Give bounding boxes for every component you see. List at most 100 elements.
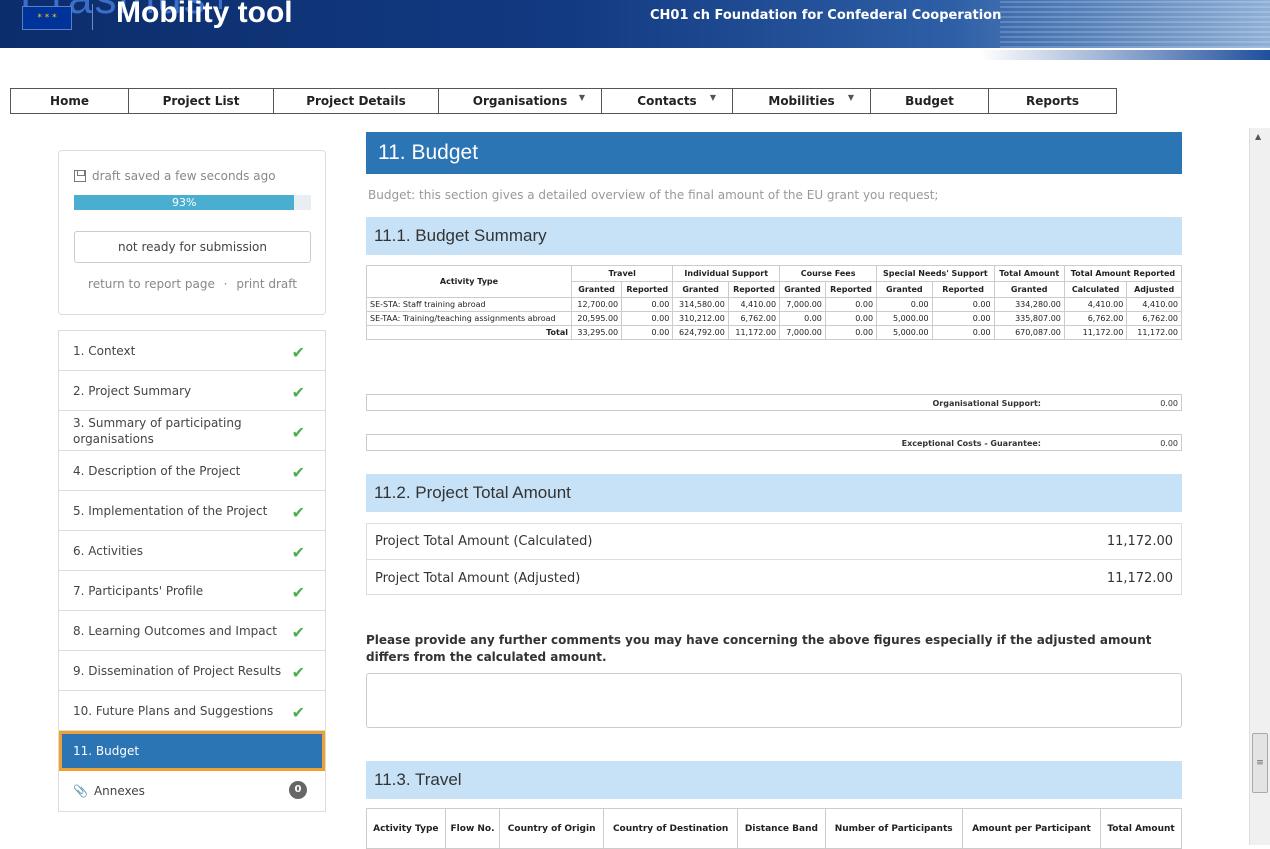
banner-divider (92, 4, 93, 30)
section-item-dissemination[interactable]: 9. Dissemination of Project Results ✔ (59, 651, 325, 691)
chevron-down-icon: ▼ (709, 93, 716, 102)
nav-contacts[interactable]: Contacts ▼ (602, 89, 733, 113)
print-draft-link[interactable]: print draft (236, 277, 297, 291)
table-cell: 11,172.00 (727, 325, 781, 340)
row-label: SE-TAA: Training/teaching assignments ab… (366, 311, 572, 326)
table-cell: 7,000.00 (779, 325, 826, 340)
floppy-disk-icon (74, 170, 86, 182)
section-label: 1. Context (73, 343, 136, 358)
total-calculated-value: 11,172.00 (1106, 534, 1173, 549)
section-item-participants-profile[interactable]: 7. Participants' Profile ✔ (59, 571, 325, 611)
completion-progress-bar: 93% (74, 195, 311, 210)
table-cell: 4,410.00 (727, 297, 781, 312)
section-navigation: 1. Context ✔ 2. Project Summary ✔ 3. Summa… (58, 330, 326, 812)
section-label: 2. Project Summary (73, 383, 192, 398)
annex-count-badge: 0 (289, 781, 307, 799)
table-row: SE-TAA: Training/teaching assignments ab… (366, 311, 1182, 326)
exceptional-costs-label: Exceptional Costs - Guarantee: (901, 439, 1041, 448)
total-adjusted-value: 11,172.00 (1106, 570, 1173, 586)
scrollbar-thumb[interactable]: ≡ (1252, 733, 1268, 793)
checkmark-icon: ✔ (291, 583, 305, 602)
nav-mobilities[interactable]: Mobilities ▼ (733, 89, 871, 113)
nav-reports-label: Reports (1025, 94, 1079, 108)
section-intro-text: Budget: this section gives a detailed ov… (368, 188, 939, 202)
exceptional-costs-row: Exceptional Costs - Guarantee: 0.00 (366, 434, 1182, 451)
table-cell: 0.00 (824, 311, 878, 326)
draft-saved-status: draft saved a few seconds ago (74, 169, 276, 183)
row-label: SE-STA: Staff training abroad (366, 297, 572, 312)
comments-textarea[interactable] (366, 673, 1182, 728)
section-item-annexes[interactable]: 📎 Annexes 0 (59, 771, 325, 811)
table-row: Total 33,295.00 0.00 624,792.00 11,172.00 7,0… (366, 325, 1182, 340)
paperclip-icon: 📎 (73, 784, 88, 798)
table-cell: 0.00 (621, 325, 674, 340)
nav-project-list[interactable]: Project List (129, 89, 274, 113)
section-item-learning-outcomes[interactable]: 8. Learning Outcomes and Impact ✔ (59, 611, 325, 651)
table-cell: 20,595.00 (570, 311, 623, 326)
scroll-up-arrow-icon[interactable]: ▲ (1255, 132, 1261, 141)
nav-budget[interactable]: Budget (871, 89, 989, 113)
table-cell: 0.00 (824, 325, 878, 340)
section-label: 5. Implementation of the Project (73, 503, 268, 518)
section-item-context[interactable]: 1. Context ✔ (59, 331, 325, 371)
table-header: Country of Origin (499, 808, 604, 849)
nav-home[interactable]: Home (11, 89, 129, 113)
checkmark-icon: ✔ (291, 423, 305, 442)
section-item-future-plans[interactable]: 10. Future Plans and Suggestions ✔ (59, 691, 325, 731)
section-item-budget[interactable]: 11. Budget (59, 731, 325, 771)
table-header: Reported (621, 281, 674, 298)
return-to-report-link[interactable]: return to report page (88, 277, 215, 291)
section-item-activities[interactable]: 6. Activities ✔ (59, 531, 325, 571)
table-cell: 4,410.00 (1126, 297, 1182, 312)
submission-status-button[interactable]: not ready for submission (74, 231, 311, 263)
row-label: Total (366, 325, 572, 340)
table-header: Activity Type (366, 808, 446, 849)
table-cell: 0.00 (931, 325, 995, 340)
nav-project-details-label: Project Details (306, 94, 406, 108)
total-calculated-label: Project Total Amount (Calculated) (375, 534, 593, 549)
draft-saved-text: draft saved a few seconds ago (92, 169, 276, 183)
table-header: Flow No. (444, 808, 501, 849)
table-header: Country of Destination (602, 808, 739, 849)
nav-reports[interactable]: Reports (989, 89, 1116, 113)
table-header: Adjusted (1126, 281, 1182, 298)
page-scrollbar[interactable]: ▲ ≡ (1249, 128, 1270, 845)
section-label: 4. Description of the Project (73, 463, 241, 478)
section-item-implementation[interactable]: 5. Implementation of the Project ✔ (59, 491, 325, 531)
table-header: Individual Support (672, 265, 781, 282)
table-header: Granted (779, 281, 826, 298)
checkmark-icon: ✔ (291, 383, 305, 402)
app-name: Mobility tool (116, 0, 293, 29)
nav-project-details[interactable]: Project Details (274, 89, 439, 113)
table-row: SE-STA: Staff training abroad 12,700.00 0.… (366, 297, 1182, 312)
main-content: 11. Budget Budget: this section gives a … (348, 128, 1195, 849)
table-cell: 11,172.00 (1126, 325, 1182, 340)
total-adjusted-label: Project Total Amount (Adjusted) (375, 570, 581, 586)
nav-contacts-label: Contacts (637, 94, 697, 108)
total-calculated-row: Project Total Amount (Calculated) 11,172… (367, 524, 1181, 560)
section-label: 11. Budget (73, 743, 140, 758)
travel-table: Activity Type Flow No. Country of Origin Co… (366, 808, 1182, 849)
table-header: Amount per Participant (961, 808, 1102, 849)
table-cell: 12,700.00 (570, 297, 623, 312)
total-adjusted-row: Project Total Amount (Adjusted) 11,172.0… (367, 560, 1181, 596)
nav-organisations[interactable]: Organisations ▼ (439, 89, 602, 113)
section-item-participating-organisations[interactable]: 3. Summary of participating organisation… (59, 411, 325, 451)
travel-table-header-row: Activity Type Flow No. Country of Origin Co… (366, 808, 1182, 849)
nav-home-label: Home (50, 94, 89, 108)
table-header: Granted (672, 281, 729, 298)
section-label: Annexes (93, 784, 145, 798)
table-header: Activity Type (366, 265, 572, 298)
section-item-description[interactable]: 4. Description of the Project ✔ (59, 451, 325, 491)
section-label: 8. Learning Outcomes and Impact (73, 623, 277, 638)
travel-heading: 11.3. Travel (366, 761, 1182, 799)
table-header: Travel (570, 265, 674, 282)
link-separator: · (223, 277, 228, 291)
checkmark-icon: ✔ (291, 503, 305, 522)
section-item-project-summary[interactable]: 2. Project Summary ✔ (59, 371, 325, 411)
header-banner: Erasmus+ * * * Mobility tool CH01 ch Fou… (0, 0, 1270, 62)
budget-summary-table: Activity Type Travel Individual Support … (366, 265, 1183, 340)
section-label: 3. Summary of participating organisation… (73, 415, 242, 446)
checkmark-icon: ✔ (291, 343, 305, 362)
progress-fill: 93% (74, 195, 295, 210)
